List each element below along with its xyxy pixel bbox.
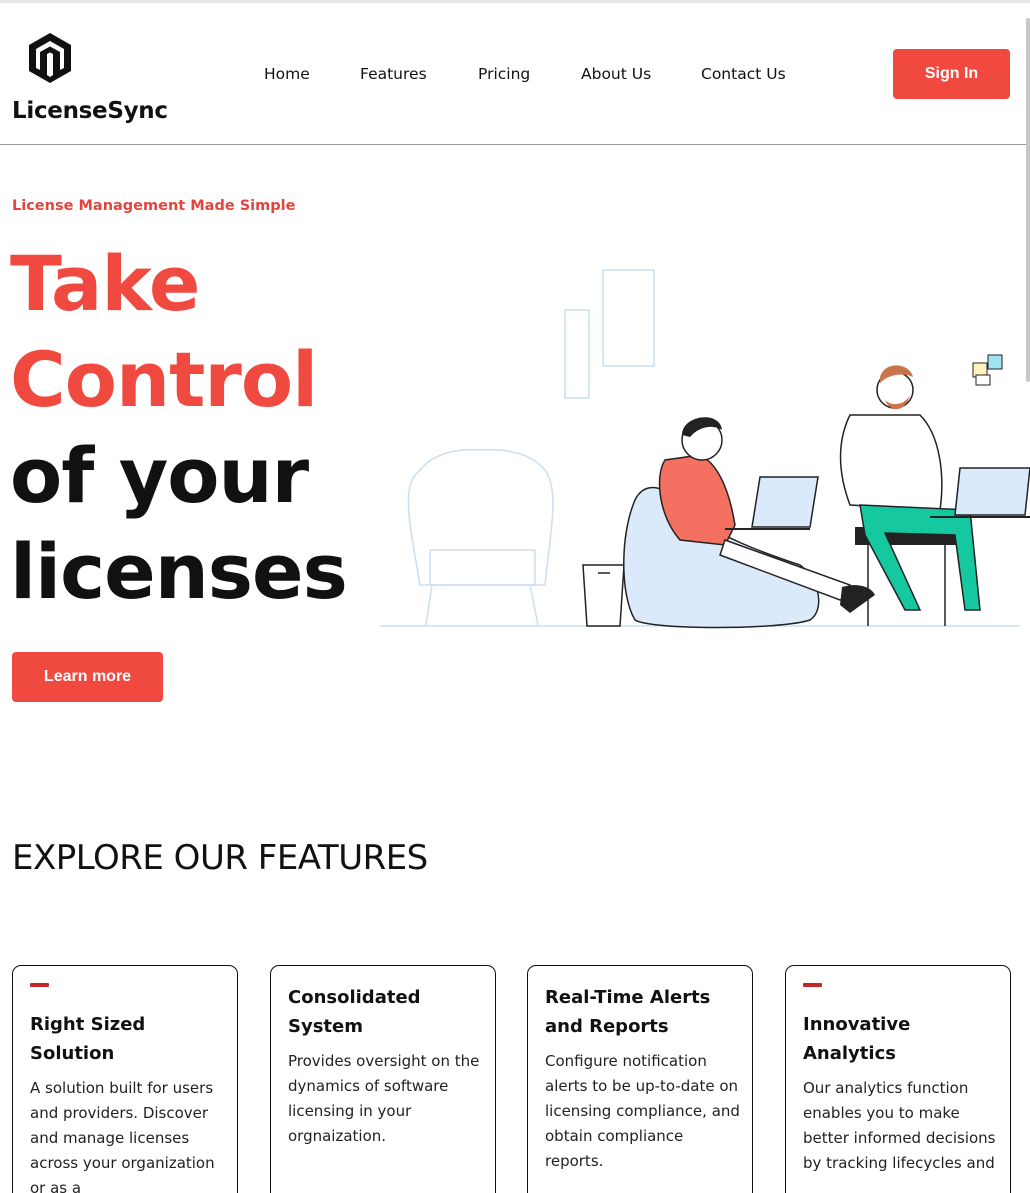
sign-in-button[interactable]: Sign In — [893, 49, 1010, 99]
feature-card-alerts: Real-Time Alerts and Reports Configure n… — [527, 965, 753, 1193]
hero-tagline: License Management Made Simple — [12, 198, 296, 214]
hero-heading-line-4: licenses — [10, 527, 348, 616]
learn-more-button[interactable]: Learn more — [12, 652, 163, 702]
hero-illustration — [380, 269, 1030, 629]
hexagon-logo-icon[interactable] — [26, 31, 74, 85]
nav-home[interactable]: Home — [264, 65, 310, 83]
feature-card-text: Our analytics function enables you to ma… — [803, 1079, 996, 1172]
feature-card-title: Real-Time Alerts and Reports — [545, 987, 711, 1037]
feature-card-title: Right Sized Solution — [30, 1014, 146, 1064]
card-accent-bar — [30, 983, 49, 987]
feature-card-consolidated: Consolidated System Provides oversight o… — [270, 965, 496, 1193]
nav-about-us[interactable]: About Us — [581, 65, 651, 83]
features-heading: EXPLORE OUR FEATURES — [12, 838, 428, 878]
feature-card-right-sized: Right Sized Solution A solution built fo… — [12, 965, 238, 1193]
feature-card-title: Innovative Analytics — [803, 1014, 911, 1064]
feature-card-text: Configure notification alerts to be up-t… — [545, 1052, 740, 1170]
feature-card-analytics: Innovative Analytics Our analytics funct… — [785, 965, 1011, 1193]
feature-card-text: A solution built for users and providers… — [30, 1079, 215, 1193]
feature-card-title: Consolidated System — [288, 987, 421, 1037]
nav-features[interactable]: Features — [360, 65, 427, 83]
hero-heading-line-3: of your — [10, 431, 309, 520]
nav-pricing[interactable]: Pricing — [478, 65, 530, 83]
hero-heading-line-1: Take — [10, 239, 200, 328]
hero-heading-line-2: Control — [10, 335, 318, 424]
site-header: LicenseSync Home Features Pricing About … — [0, 3, 1030, 145]
page-scrollbar[interactable] — [1026, 18, 1030, 382]
card-accent-bar — [803, 983, 822, 987]
nav-contact-us[interactable]: Contact Us — [701, 65, 786, 83]
brand-name[interactable]: LicenseSync — [12, 98, 168, 124]
feature-card-text: Provides oversight on the dynamics of so… — [288, 1052, 480, 1145]
